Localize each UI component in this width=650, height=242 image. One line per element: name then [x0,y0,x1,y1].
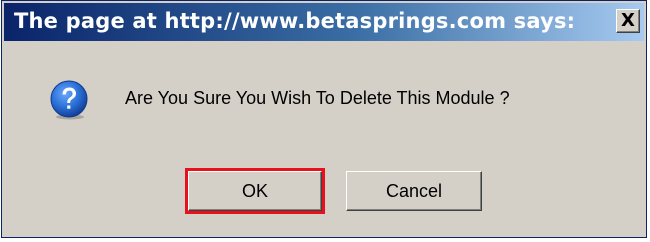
question-icon [50,80,88,120]
dialog-title: The page at http://www.betasprings.com s… [14,9,576,33]
dialog-message: Are You Sure You Wish To Delete This Mod… [125,88,510,108]
close-button[interactable]: X [616,9,640,33]
cancel-button-label: Cancel [385,180,443,201]
cancel-button[interactable]: Cancel [346,171,482,211]
confirm-dialog: The page at http://www.betasprings.com s… [1,0,647,238]
dialog-titlebar[interactable]: The page at http://www.betasprings.com s… [4,3,644,41]
ok-button-label: OK [241,180,268,201]
close-icon: X [621,10,635,31]
ok-button[interactable]: OK [185,168,325,214]
